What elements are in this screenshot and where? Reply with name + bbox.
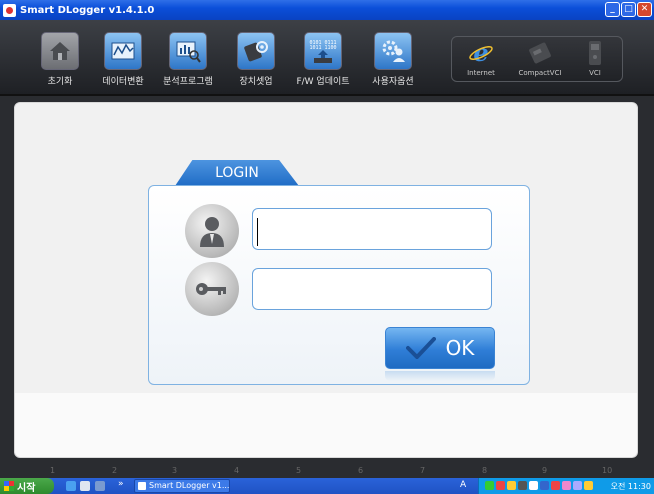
- toolbar-label-vci: VCI: [589, 69, 601, 77]
- toolbar-label-internet: Internet: [467, 69, 495, 77]
- page-tab[interactable]: 1: [50, 466, 55, 475]
- tray-icon[interactable]: [507, 481, 516, 490]
- home-icon: [41, 32, 79, 70]
- minimize-button[interactable]: _: [605, 2, 620, 17]
- page-tab[interactable]: 8: [482, 466, 487, 475]
- tray-icon[interactable]: [573, 481, 582, 490]
- analysis-icon: [169, 32, 207, 70]
- page-strip: 1 2 3 4 5 6 7 8 9 10: [0, 464, 654, 478]
- user-icon: [185, 204, 239, 258]
- toolbar-label-analysis: 분석프로그램: [163, 77, 213, 87]
- clock: 오전 11:30: [610, 482, 651, 491]
- internet-explorer-icon: e: [456, 40, 506, 66]
- svg-text:e: e: [473, 40, 488, 66]
- tray-icon[interactable]: [562, 481, 571, 490]
- page-tab[interactable]: 9: [542, 466, 547, 475]
- maximize-button[interactable]: □: [621, 2, 636, 17]
- tray-icon[interactable]: [518, 481, 527, 490]
- ok-button[interactable]: OK: [385, 327, 495, 369]
- toolbar-label-reset: 초기화: [47, 77, 73, 87]
- toolbar-item-internet[interactable]: e Internet: [456, 40, 506, 77]
- login-tab: LOGIN: [175, 160, 299, 186]
- page-tab[interactable]: 7: [420, 466, 425, 475]
- quicklaunch-expand-icon[interactable]: »: [118, 479, 126, 489]
- ok-button-label: OK: [445, 336, 475, 360]
- key-icon: [185, 262, 239, 316]
- start-label: 시작: [17, 482, 36, 494]
- app-icon: [3, 3, 16, 17]
- toolbar-label-compact-vci: CompactVCI: [518, 69, 562, 77]
- tray-icon[interactable]: [529, 481, 538, 490]
- toolbar-item-device-setup[interactable]: 장치셋업: [226, 32, 286, 87]
- toolbar-label-data-convert: 데이터변환: [102, 77, 144, 87]
- toolbar-item-reset[interactable]: 초기화: [30, 32, 90, 87]
- firmware-update-icon: 0101 0111 1011 1100: [304, 32, 342, 70]
- window-title: Smart DLogger v1.4.1.0: [20, 4, 155, 16]
- quicklaunch-desktop-icon[interactable]: [80, 481, 90, 491]
- toolbar-item-analysis[interactable]: 분석프로그램: [158, 32, 218, 87]
- login-box: OK: [148, 185, 530, 385]
- tray-icon[interactable]: [551, 481, 560, 490]
- external-tools-group: e Internet CompactVCI VCI: [451, 36, 623, 82]
- main-toolbar: 초기화 데이터변환 분석프로그램 장치셋업 0101 0111 1011 1100…: [0, 20, 654, 96]
- page-tab[interactable]: 6: [358, 466, 363, 475]
- quicklaunch-app-icon[interactable]: [95, 481, 105, 491]
- page-tab[interactable]: 10: [602, 466, 612, 475]
- user-options-icon: [374, 32, 412, 70]
- tray-icon[interactable]: [485, 481, 494, 490]
- toolbar-item-user-options[interactable]: 사용자옵션: [363, 32, 423, 87]
- device-setup-icon: [237, 32, 275, 70]
- page-tab[interactable]: 2: [112, 466, 117, 475]
- quicklaunch-ie-icon[interactable]: [66, 481, 76, 491]
- title-bar[interactable]: Smart DLogger v1.4.1.0 _ □ ✕: [0, 0, 654, 20]
- ime-indicator[interactable]: A: [460, 480, 466, 490]
- ok-button-reflection: [385, 371, 495, 381]
- taskbar-app-button[interactable]: Smart DLogger v1....: [134, 479, 230, 493]
- taskbar: 시작 » Smart DLogger v1.... A 오전 11:30: [0, 478, 654, 494]
- page-tab[interactable]: 4: [234, 466, 239, 475]
- toolbar-item-vci[interactable]: VCI: [570, 40, 620, 77]
- main-stage: LOGIN OK: [0, 96, 654, 464]
- tray-icon[interactable]: [584, 481, 593, 490]
- toolbar-label-user-options: 사용자옵션: [372, 77, 414, 87]
- start-button[interactable]: 시작: [0, 478, 54, 494]
- system-tray: 오전 11:30: [478, 478, 654, 494]
- tray-icon[interactable]: [496, 481, 505, 490]
- tray-icon[interactable]: [540, 481, 549, 490]
- toolbar-label-device-setup: 장치셋업: [239, 77, 273, 87]
- toolbar-item-compact-vci[interactable]: CompactVCI: [510, 40, 570, 77]
- toolbar-item-data-convert[interactable]: 데이터변환: [93, 32, 153, 87]
- panel-footer-area: [15, 393, 637, 457]
- close-button[interactable]: ✕: [637, 2, 652, 17]
- toolbar-label-firmware-update: F/W 업데이트: [296, 77, 350, 87]
- compact-vci-icon: [510, 40, 570, 66]
- windows-flag-icon: [4, 481, 14, 491]
- page-tab[interactable]: 3: [172, 466, 177, 475]
- content-panel: LOGIN OK: [14, 102, 638, 458]
- window-controls: _ □ ✕: [605, 2, 652, 17]
- data-convert-icon: [104, 32, 142, 70]
- vci-icon: [570, 40, 620, 66]
- username-input[interactable]: [252, 208, 492, 250]
- text-caret: [257, 218, 258, 246]
- checkmark-icon: [405, 337, 436, 359]
- password-input[interactable]: [252, 268, 492, 310]
- page-tab[interactable]: 5: [296, 466, 301, 475]
- toolbar-item-firmware-update[interactable]: 0101 0111 1011 1100 F/W 업데이트: [293, 32, 353, 87]
